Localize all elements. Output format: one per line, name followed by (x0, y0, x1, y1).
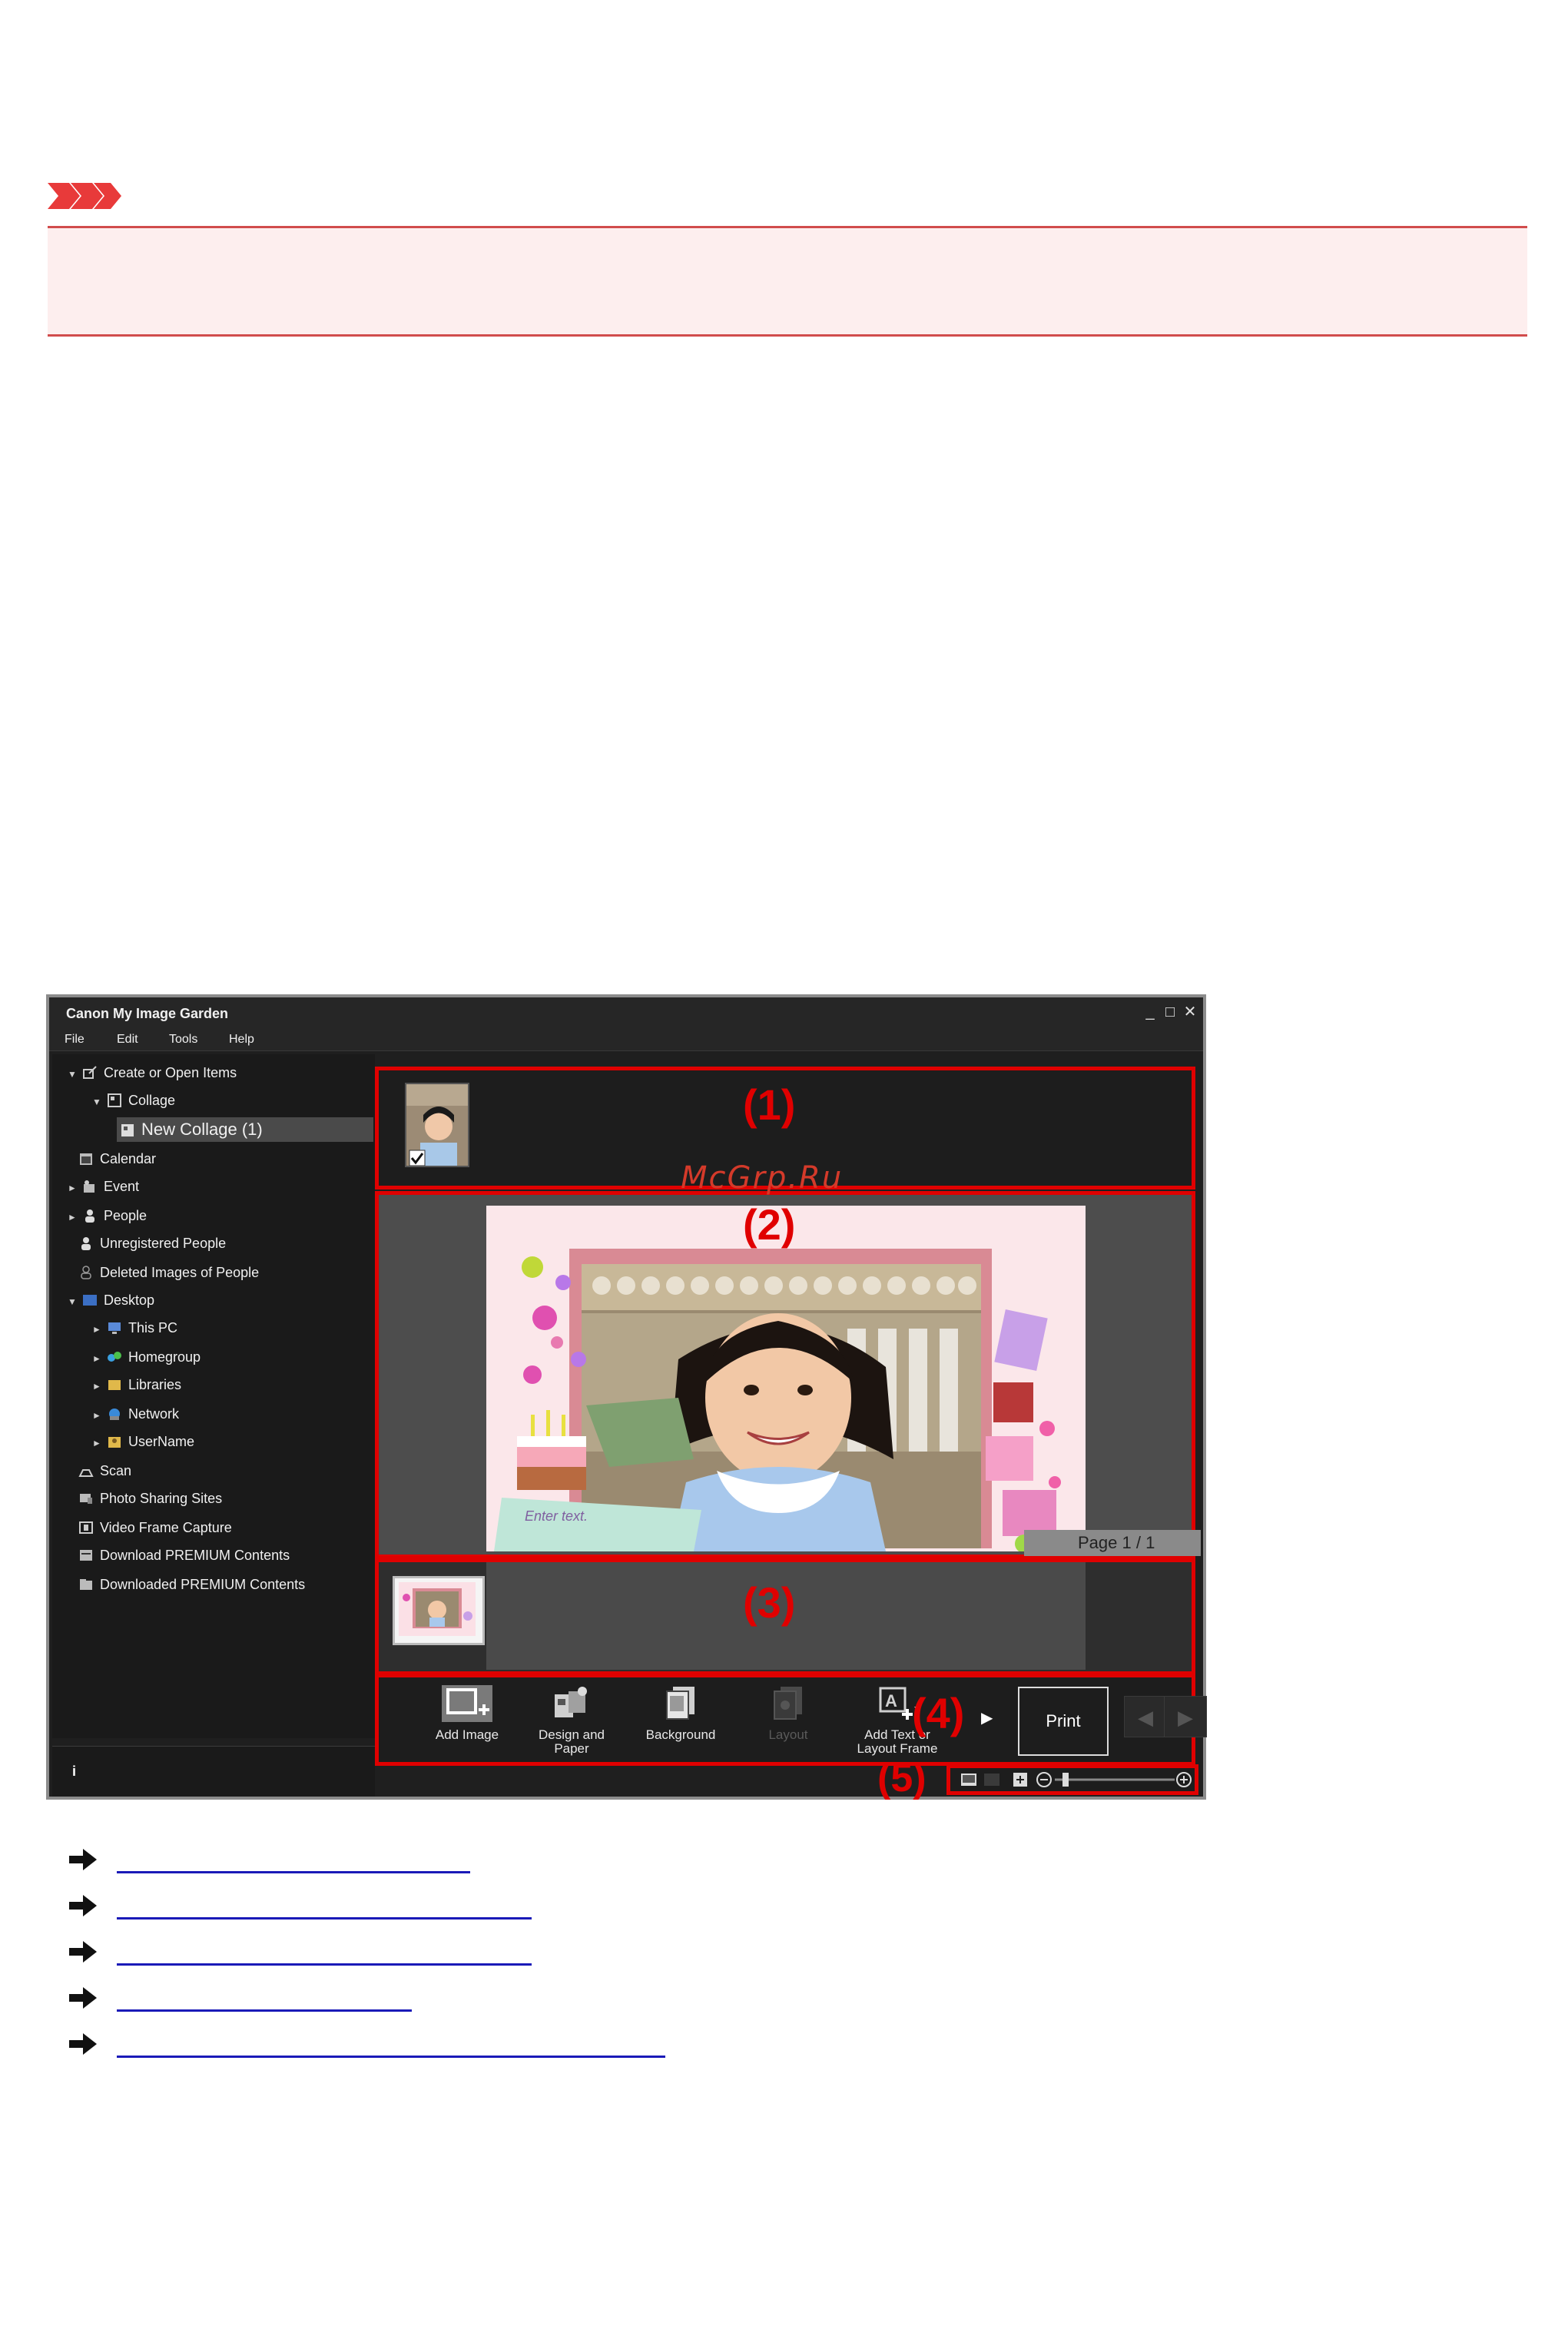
tree-download-premium-contents[interactable]: Download PREMIUM Contents (78, 1543, 290, 1568)
background-button[interactable]: Background (631, 1684, 731, 1764)
zoom-slider-handle (1062, 1773, 1069, 1787)
menu-edit[interactable]: Edit (117, 1033, 138, 1047)
multi-page-view-icon (984, 1774, 999, 1786)
page-thumbnail-image (399, 1582, 476, 1636)
download-premium-icon (80, 1550, 92, 1561)
collage-photo-image: Enter text. (486, 1206, 1086, 1551)
add-image-button[interactable]: Add Image (417, 1684, 517, 1764)
user-folder-icon (108, 1437, 121, 1448)
link-arrow-icon (69, 1987, 97, 2009)
scan-icon (78, 1469, 94, 1477)
create-items-icon (83, 1066, 97, 1079)
tree-scan[interactable]: Scan (78, 1458, 131, 1483)
tree-event[interactable]: ► Event (68, 1174, 139, 1199)
area-5-view-controls (946, 1764, 1198, 1795)
area-4-toolbar: Add Image Design and Paper Background La… (375, 1674, 1207, 1766)
callout-2: (2) (743, 1200, 796, 1249)
design-and-paper-icon (555, 1687, 587, 1717)
minimize-icon[interactable]: _ (1140, 1002, 1160, 1022)
link-arrow-icon (69, 1941, 97, 1963)
background-icon (666, 1687, 694, 1720)
tree-deleted-images-of-people[interactable]: Deleted Images of People (78, 1260, 259, 1285)
next-page-arrow-icon[interactable]: ▶ (1164, 1696, 1207, 1737)
callout-1: (1) (743, 1080, 796, 1129)
this-pc-icon (108, 1322, 121, 1334)
calendar-icon (80, 1153, 92, 1165)
link-arrow-icon (69, 1895, 97, 1916)
tree-people[interactable]: ► People (68, 1203, 147, 1228)
tree-libraries[interactable]: ► Libraries (92, 1372, 181, 1397)
menu-bar: File Edit Tools Help (49, 1028, 1203, 1051)
collage-file-icon (121, 1124, 134, 1136)
libraries-icon (108, 1380, 121, 1390)
area-2-edit-area: Enter text. Page 1 / 1 (2) (375, 1191, 1201, 1558)
tree-username[interactable]: ► UserName (92, 1429, 194, 1454)
collage-thumbnail-image (406, 1084, 468, 1166)
callout-4: (4) (912, 1689, 965, 1737)
link-3[interactable] (117, 1938, 532, 1966)
zoom-controls (961, 1772, 1192, 1787)
desktop-icon (83, 1295, 98, 1306)
page-thumbnail[interactable] (393, 1576, 485, 1645)
layout-icon (774, 1687, 802, 1720)
tree-photo-sharing-sites[interactable]: Photo Sharing Sites (78, 1486, 222, 1511)
menu-help[interactable]: Help (229, 1033, 254, 1047)
tree-video-frame-capture[interactable]: Video Frame Capture (78, 1515, 232, 1540)
tree-network[interactable]: ► Network (92, 1402, 179, 1426)
watermark: McGrp.Ru (681, 1160, 844, 1196)
maximize-icon[interactable]: □ (1160, 1002, 1180, 1022)
collage-page-preview[interactable]: Enter text. (486, 1206, 1086, 1551)
link-arrow-icon (69, 2033, 97, 2055)
link-5[interactable] (117, 2030, 665, 2058)
collage-icon (108, 1093, 122, 1107)
tree-unregistered-people[interactable]: Unregistered People (78, 1231, 226, 1256)
item-thumbnail[interactable] (405, 1083, 469, 1167)
menu-tools[interactable]: Tools (169, 1033, 197, 1047)
tree-calendar[interactable]: Calendar (78, 1146, 156, 1171)
design-and-paper-button[interactable]: Design and Paper (522, 1684, 622, 1764)
link-2[interactable] (117, 1892, 532, 1920)
tree-homegroup[interactable]: ► Homegroup (92, 1345, 201, 1369)
sidebar-footer: i (52, 1746, 375, 1797)
sidebar: ▼ Create or Open Items ▼ Collage New Col… (52, 1054, 375, 1738)
deleted-people-icon (81, 1266, 91, 1279)
event-icon (84, 1180, 95, 1193)
more-tools-arrow-icon[interactable]: ▶ (981, 1708, 993, 1727)
unregistered-people-icon (81, 1237, 91, 1250)
network-icon (109, 1409, 121, 1420)
tree-create-or-open-items[interactable]: ▼ Create or Open Items (68, 1060, 237, 1085)
close-icon[interactable]: ✕ (1180, 1002, 1200, 1022)
video-frame-icon (79, 1521, 93, 1534)
callout-3: (3) (743, 1578, 796, 1627)
window-title: Canon My Image Garden (66, 1006, 229, 1021)
title-bar: Canon My Image Garden _ □ ✕ (49, 997, 1203, 1028)
previous-page-arrow-icon[interactable]: ◀ (1124, 1696, 1167, 1737)
page-indicator: Page 1 / 1 (1024, 1530, 1201, 1556)
homegroup-icon (108, 1352, 122, 1362)
info-icon[interactable]: i (72, 1764, 76, 1780)
tree-desktop[interactable]: ▼ Desktop (68, 1288, 154, 1312)
tree-downloaded-premium-contents[interactable]: Downloaded PREMIUM Contents (78, 1572, 305, 1597)
tree-new-collage[interactable]: New Collage (1) (117, 1117, 373, 1142)
people-icon (85, 1209, 95, 1223)
svg-text:A: A (885, 1691, 897, 1710)
downloaded-premium-icon (80, 1579, 92, 1590)
important-icon (48, 183, 121, 209)
link-1[interactable] (117, 1846, 470, 1873)
add-image-icon (442, 1685, 492, 1722)
tree-this-pc[interactable]: ► This PC (92, 1316, 177, 1340)
important-box (48, 226, 1527, 337)
layout-button[interactable]: Layout (738, 1684, 838, 1764)
tree-collage[interactable]: ▼ Collage (92, 1088, 175, 1113)
link-arrow-icon (69, 1849, 97, 1870)
enter-text-placeholder: Enter text. (525, 1508, 588, 1524)
menu-file[interactable]: File (65, 1033, 85, 1047)
callout-5: (5) (877, 1756, 927, 1800)
app-window: Canon My Image Garden _ □ ✕ File Edit To… (46, 994, 1207, 1800)
link-4[interactable] (117, 1984, 412, 2012)
photo-sharing-icon (80, 1494, 92, 1504)
print-button[interactable]: Print (1018, 1687, 1109, 1756)
area-3-page-thumbnails: (3) (375, 1558, 1195, 1675)
